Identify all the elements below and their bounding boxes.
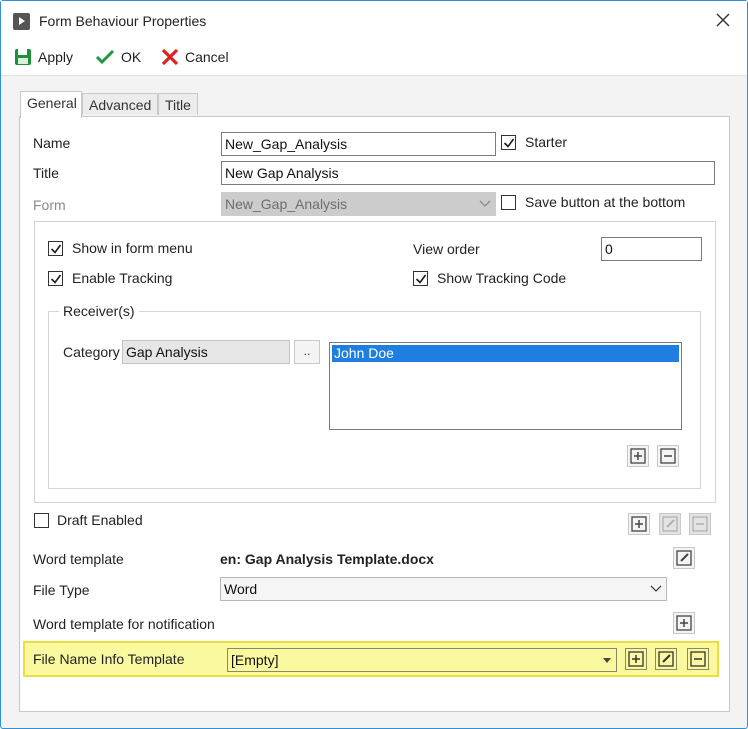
- file-name-info-value: [Empty]: [231, 652, 279, 668]
- edit-file-name-template-button[interactable]: [655, 648, 677, 670]
- view-order-label: View order: [413, 241, 480, 257]
- edit-draft-button: [659, 513, 681, 535]
- checkmark-icon: [50, 274, 62, 284]
- checkmark-icon: [415, 274, 427, 284]
- properties-dialog: Form Behaviour Properties Apply OK Cance…: [0, 0, 748, 729]
- minus-box-icon: [660, 448, 676, 464]
- edit-icon: [662, 516, 678, 532]
- file-type-value: Word: [224, 581, 258, 597]
- name-input[interactable]: New_Gap_Analysis: [221, 132, 496, 156]
- ok-button[interactable]: OK: [95, 46, 141, 68]
- starter-checkbox[interactable]: [501, 135, 516, 150]
- receiver-item-john-doe[interactable]: John Doe: [332, 345, 679, 362]
- show-in-menu-checkbox[interactable]: [48, 241, 63, 256]
- add-receiver-button[interactable]: [627, 445, 649, 467]
- receivers-list[interactable]: John Doe: [329, 342, 682, 430]
- tab-general[interactable]: General: [20, 91, 82, 118]
- file-type-select[interactable]: Word: [220, 577, 667, 601]
- remove-draft-button: [689, 513, 711, 535]
- dropdown-arrow-icon: [603, 658, 611, 663]
- cancel-x-icon: [161, 48, 179, 66]
- receivers-legend: Receiver(s): [59, 303, 139, 319]
- file-name-info-select[interactable]: [Empty]: [227, 648, 617, 672]
- window-title: Form Behaviour Properties: [39, 13, 207, 29]
- title-bar: Form Behaviour Properties: [1, 1, 747, 41]
- plus-box-icon: [628, 651, 644, 667]
- ok-label: OK: [121, 49, 142, 65]
- show-tracking-checkbox[interactable]: [413, 271, 428, 286]
- plus-box-icon: [631, 516, 647, 532]
- remove-file-name-template-button[interactable]: [687, 648, 709, 670]
- save-icon: [15, 49, 31, 65]
- enable-tracking-checkbox[interactable]: [48, 271, 63, 286]
- edit-word-template-button[interactable]: [673, 547, 695, 569]
- minus-box-icon: [692, 516, 708, 532]
- word-template-value: en: Gap Analysis Template.docx: [220, 551, 434, 567]
- check-icon: [95, 49, 115, 65]
- add-draft-button[interactable]: [628, 513, 650, 535]
- view-order-input[interactable]: 0: [601, 237, 702, 261]
- apply-label: Apply: [38, 49, 74, 65]
- tab-title[interactable]: Title: [158, 93, 198, 115]
- name-label: Name: [33, 135, 71, 151]
- form-select-value: New_Gap_Analysis: [225, 196, 348, 212]
- draft-enabled-label: Draft Enabled: [57, 512, 143, 528]
- edit-icon: [658, 651, 674, 667]
- notification-template-label: Word template for notification: [33, 616, 215, 632]
- remove-receiver-button[interactable]: [657, 445, 679, 467]
- apply-button[interactable]: Apply: [14, 46, 73, 68]
- tab-advanced[interactable]: Advanced: [82, 93, 158, 115]
- file-type-label: File Type: [33, 582, 90, 598]
- category-browse-button[interactable]: ..: [294, 340, 320, 364]
- edit-icon: [676, 550, 692, 566]
- close-button[interactable]: [713, 10, 733, 30]
- show-tracking-label: Show Tracking Code: [437, 270, 567, 286]
- form-icon: [13, 13, 30, 30]
- form-select: New_Gap_Analysis: [221, 192, 496, 216]
- add-notification-template-button[interactable]: [673, 612, 695, 634]
- minus-box-icon: [690, 651, 706, 667]
- checkmark-icon: [50, 244, 62, 254]
- close-icon: [716, 13, 730, 27]
- chevron-down-icon: [479, 200, 491, 207]
- title-input[interactable]: New Gap Analysis: [221, 161, 715, 185]
- checkmark-icon: [503, 138, 515, 148]
- starter-label: Starter: [525, 134, 568, 150]
- plus-box-icon: [630, 448, 646, 464]
- cancel-label: Cancel: [185, 49, 229, 65]
- category-label: Category: [63, 344, 120, 360]
- enable-tracking-label: Enable Tracking: [72, 270, 173, 286]
- file-name-info-label: File Name Info Template: [33, 651, 185, 667]
- title-label: Title: [33, 165, 59, 181]
- word-template-label: Word template: [33, 551, 124, 567]
- save-bottom-checkbox[interactable]: [501, 195, 516, 210]
- save-bottom-label: Save button at the bottom: [525, 194, 686, 210]
- show-in-menu-label: Show in form menu: [72, 240, 193, 256]
- plus-box-icon: [676, 615, 692, 631]
- add-file-name-template-button[interactable]: [625, 648, 647, 670]
- draft-enabled-checkbox[interactable]: [34, 513, 49, 528]
- category-input[interactable]: Gap Analysis: [122, 340, 290, 364]
- form-label: Form: [33, 197, 66, 213]
- toolbar: Apply OK Cancel: [1, 41, 747, 76]
- cancel-button[interactable]: Cancel: [161, 46, 229, 68]
- chevron-down-icon: [650, 585, 662, 592]
